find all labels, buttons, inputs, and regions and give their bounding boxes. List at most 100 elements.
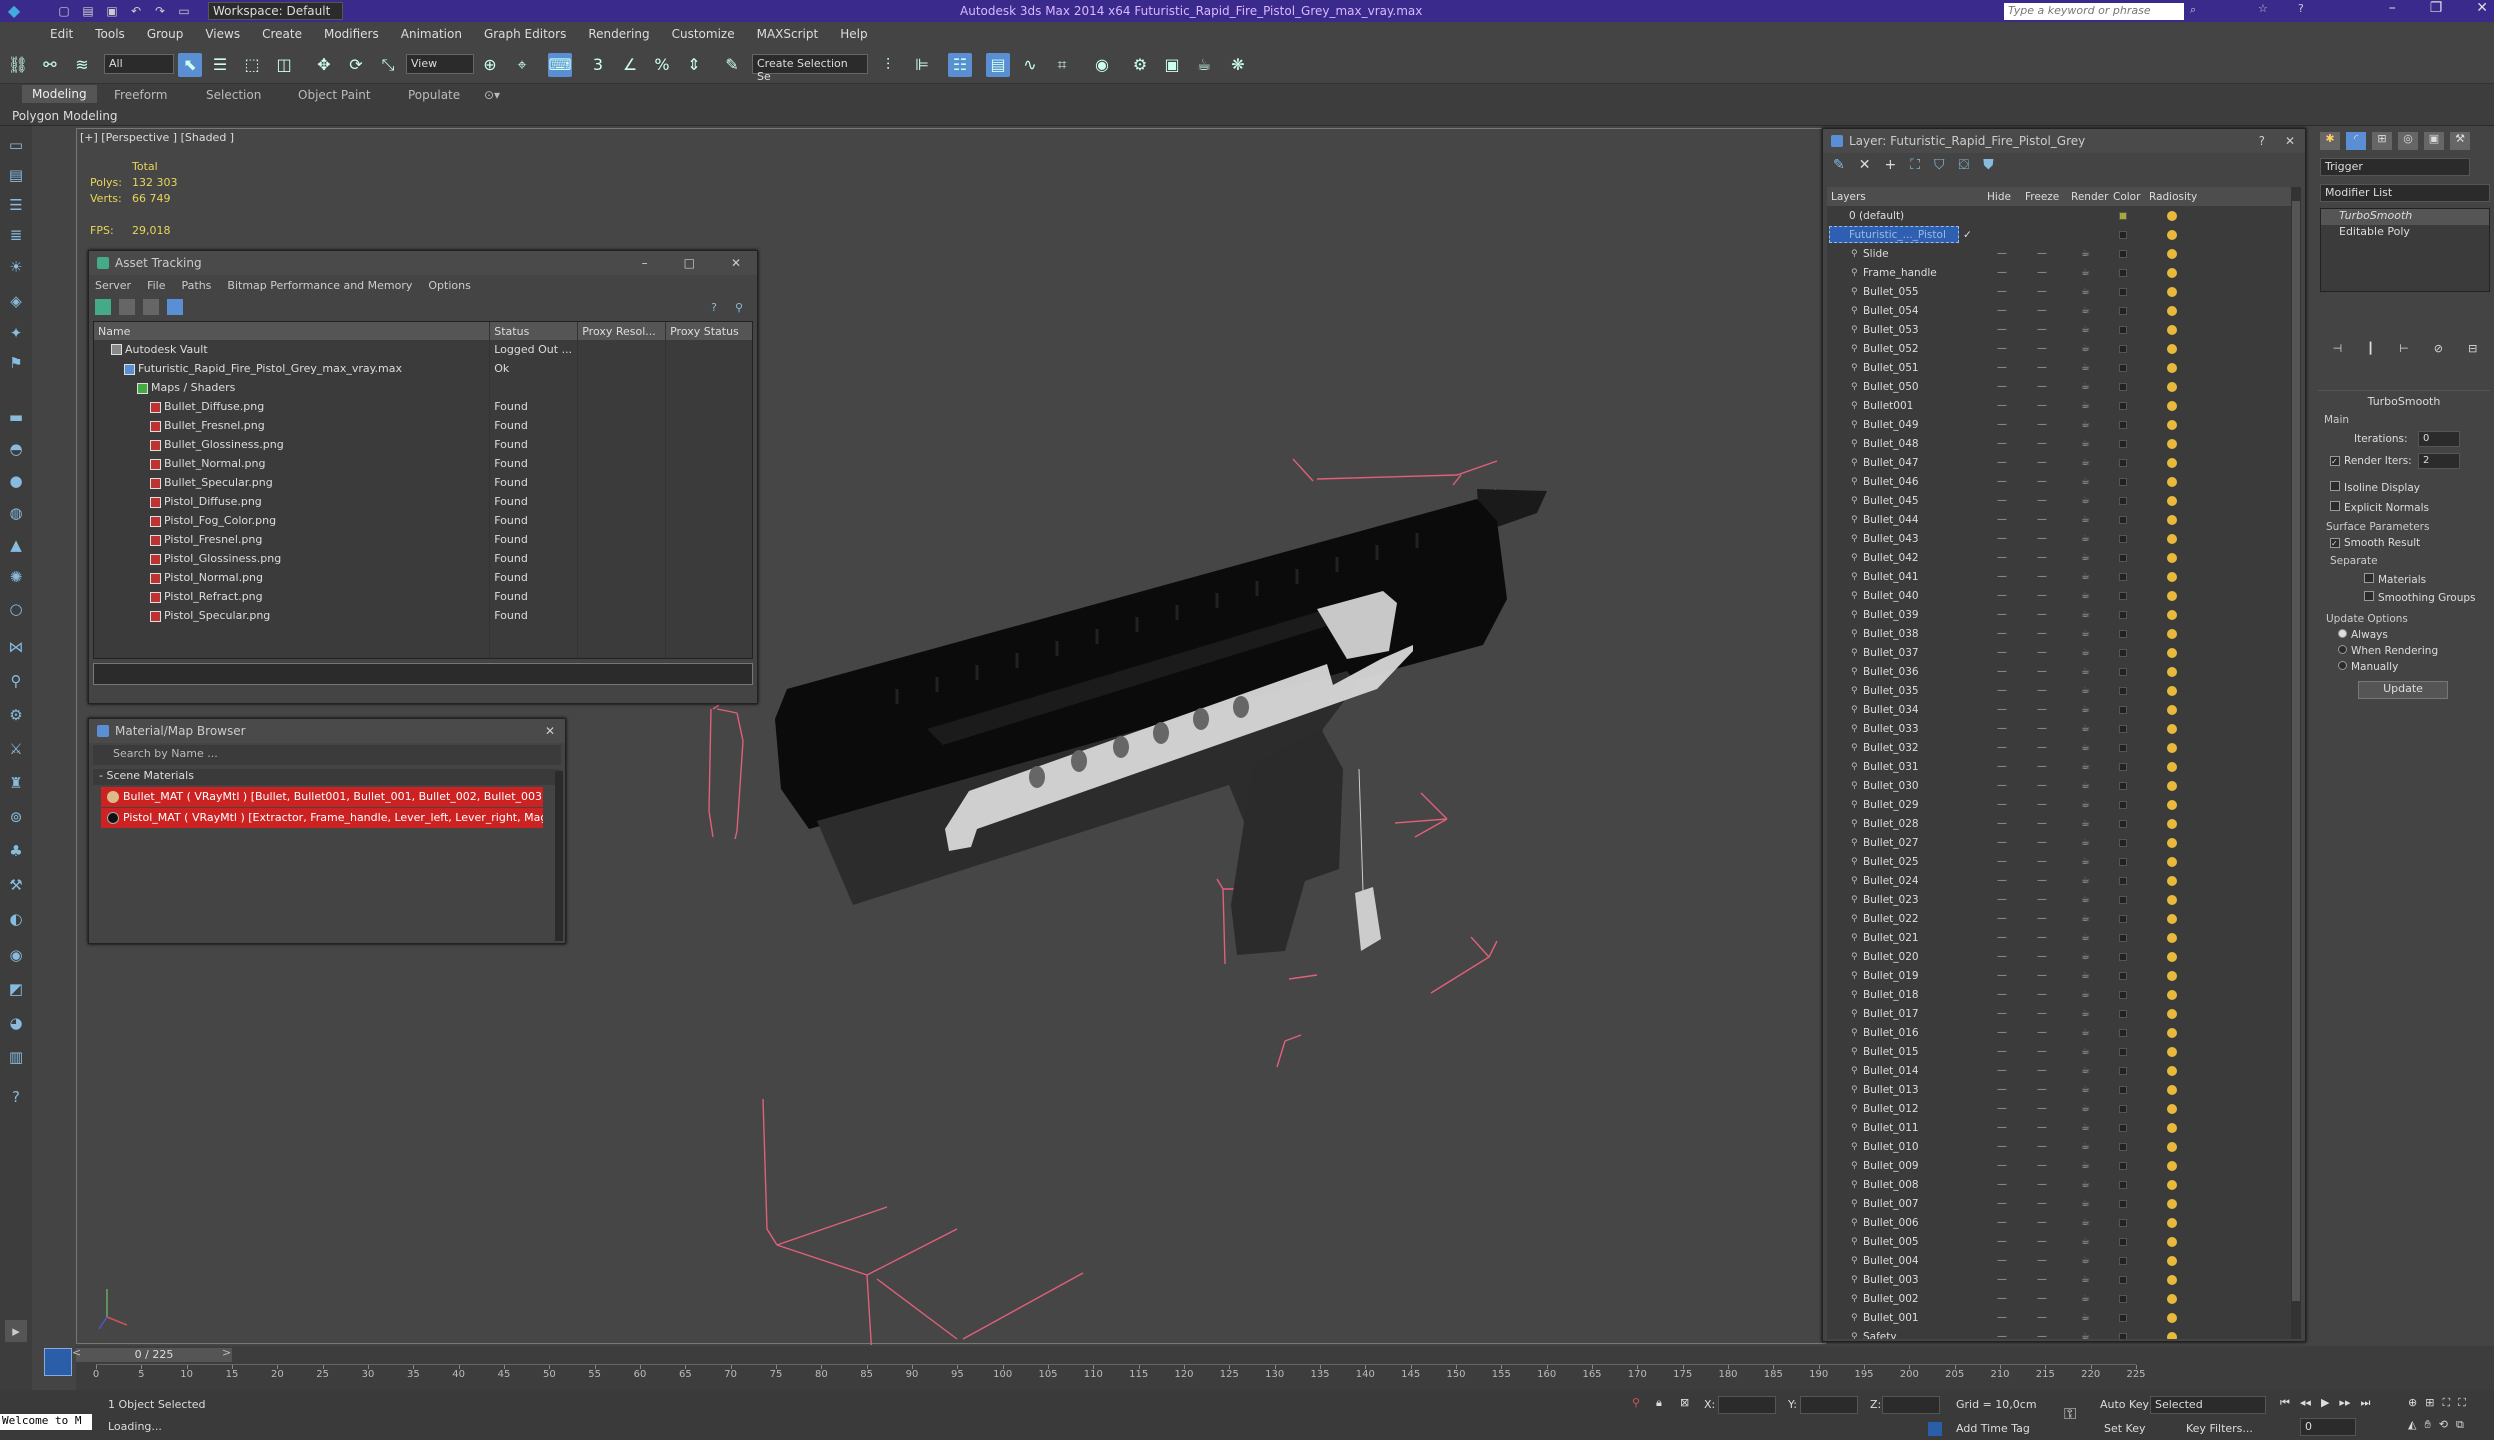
maximize-viewport-icon[interactable]: ⧉: [2456, 1418, 2464, 1432]
fov-icon[interactable]: ◭: [2408, 1418, 2416, 1432]
menu-paths[interactable]: Paths: [182, 279, 212, 292]
object-color-swatch[interactable]: [2119, 553, 2127, 562]
help-icon[interactable]: ?: [2259, 134, 2265, 148]
utilities-tab-icon[interactable]: ⚒: [2450, 132, 2470, 150]
layer-object-row[interactable]: ⚲ Bullet_039 — — ☕︎: [1827, 605, 2291, 624]
render-teapot-icon[interactable]: ☕︎: [2081, 1331, 2090, 1339]
render-teapot-icon[interactable]: ☕︎: [2081, 628, 2090, 639]
detail-view-icon[interactable]: [143, 299, 159, 315]
play-icon[interactable]: ▶: [2321, 1396, 2329, 1410]
render-teapot-icon[interactable]: ☕︎: [2081, 875, 2090, 886]
render-teapot-icon[interactable]: ☕︎: [2081, 1179, 2090, 1190]
radiosity-icon[interactable]: [2167, 970, 2177, 981]
y-coordinate-field[interactable]: [1800, 1396, 1858, 1414]
schematic-view-icon[interactable]: ⌗: [1050, 53, 1074, 77]
render-teapot-icon[interactable]: ☕︎: [2081, 913, 2090, 924]
freeze-toggle[interactable]: —: [2037, 799, 2047, 810]
key-mode-dropdown[interactable]: Selected: [2150, 1396, 2266, 1414]
layer-object-row[interactable]: ⚲ Bullet_036 — — ☕︎: [1827, 662, 2291, 681]
radiosity-icon[interactable]: [2167, 1065, 2177, 1076]
render-teapot-icon[interactable]: ☕︎: [2081, 799, 2090, 810]
asset-row[interactable]: Pistol_Diffuse.png Found: [94, 492, 752, 512]
radiosity-icon[interactable]: [2167, 1312, 2177, 1323]
hide-toggle[interactable]: —: [1997, 1103, 2007, 1114]
hide-toggle[interactable]: —: [1997, 590, 2007, 601]
radiosity-icon[interactable]: [2167, 476, 2177, 487]
mini-viewport-toggle[interactable]: [44, 1348, 72, 1376]
selection-filter-dropdown[interactable]: All: [104, 54, 174, 74]
select-link-icon[interactable]: ⛓: [6, 53, 30, 77]
freeze-toggle[interactable]: —: [2037, 780, 2047, 791]
freeze-toggle[interactable]: —: [2037, 1065, 2047, 1076]
menu-modifiers[interactable]: Modifiers: [324, 27, 379, 41]
render-teapot-icon[interactable]: ☕︎: [2081, 818, 2090, 829]
hide-toggle[interactable]: —: [1997, 419, 2007, 430]
render-teapot-icon[interactable]: ☕︎: [2081, 951, 2090, 962]
app-logo-icon[interactable]: ◆: [6, 3, 22, 19]
radiosity-icon[interactable]: [2167, 229, 2177, 240]
object-color-swatch[interactable]: [2119, 1218, 2127, 1227]
object-color-swatch[interactable]: [2119, 1085, 2127, 1094]
object-color-swatch[interactable]: [2119, 439, 2127, 448]
freeze-toggle[interactable]: —: [2037, 476, 2047, 487]
object-color-swatch[interactable]: [2119, 1047, 2127, 1056]
time-slider-prev-icon[interactable]: <: [72, 1346, 81, 1359]
render-teapot-icon[interactable]: ☕︎: [2081, 666, 2090, 677]
utility-icon[interactable]: ⚒: [5, 874, 27, 896]
named-selection-dropdown[interactable]: Create Selection Se: [752, 54, 868, 83]
layer-object-row[interactable]: ⚲ Bullet_049 — — ☕︎: [1827, 415, 2291, 434]
layer-object-row[interactable]: ⚲ Bullet_020 — — ☕︎: [1827, 947, 2291, 966]
hide-toggle[interactable]: —: [1997, 856, 2007, 867]
time-slider[interactable]: 0 / 225: [76, 1348, 232, 1362]
hide-toggle[interactable]: —: [1997, 286, 2007, 297]
object-color-swatch[interactable]: [2119, 705, 2127, 714]
object-color-swatch[interactable]: [2119, 1237, 2127, 1246]
orbit-icon[interactable]: ⟲: [2439, 1418, 2448, 1432]
object-color-swatch[interactable]: [2119, 515, 2127, 524]
layer-explorer-header[interactable]: Layer: Futuristic_Rapid_Fire_Pistol_Grey…: [1823, 129, 2305, 153]
hide-toggle[interactable]: —: [1997, 837, 2007, 848]
render-teapot-icon[interactable]: ☕︎: [2081, 457, 2090, 468]
object-color-swatch[interactable]: [2119, 990, 2127, 999]
keyboard-shortcut-toggle-icon[interactable]: ⌨: [548, 53, 572, 77]
list-view-icon[interactable]: [119, 299, 135, 315]
pan-icon[interactable]: ✋︎: [2424, 1418, 2430, 1432]
radiosity-icon[interactable]: [2167, 590, 2177, 601]
snap-3d-icon[interactable]: 3: [586, 53, 610, 77]
tab-object-paint[interactable]: Object Paint: [298, 88, 371, 102]
show-end-result-icon[interactable]: ┃: [2367, 342, 2374, 355]
radiosity-icon[interactable]: [2167, 1331, 2177, 1339]
freeze-toggle[interactable]: —: [2037, 1293, 2047, 1304]
layer-object-row[interactable]: ⚲ Bullet_002 — — ☕︎: [1827, 1289, 2291, 1308]
render-teapot-icon[interactable]: ☕︎: [2081, 742, 2090, 753]
radiosity-icon[interactable]: [2167, 457, 2177, 468]
remove-modifier-icon[interactable]: ⊘: [2434, 342, 2443, 355]
layer-scrollbar[interactable]: [2291, 187, 2301, 1339]
object-color-swatch[interactable]: [2119, 382, 2127, 391]
object-color-swatch[interactable]: [2119, 363, 2127, 372]
reference-coord-dropdown[interactable]: View: [406, 54, 474, 74]
asset-row[interactable]: Pistol_Fresnel.png Found: [94, 530, 752, 550]
lock-icon[interactable]: 🔒︎: [1656, 1396, 1662, 1410]
object-color-swatch[interactable]: [2119, 344, 2127, 353]
freeze-toggle[interactable]: —: [2037, 1008, 2047, 1019]
hide-toggle[interactable]: —: [1997, 1179, 2007, 1190]
light-icon[interactable]: ✦: [5, 322, 27, 344]
freeze-toggle[interactable]: —: [2037, 818, 2047, 829]
layer-manager-icon[interactable]: ☷: [948, 53, 972, 77]
help-circle-icon[interactable]: ?: [5, 1086, 27, 1108]
radiosity-icon[interactable]: [2167, 685, 2177, 696]
col-layers[interactable]: Layers: [1831, 191, 1866, 203]
select-layer-icon[interactable]: ⛶: [1910, 157, 1920, 173]
menu-customize[interactable]: Customize: [672, 27, 735, 41]
iterations-spinner[interactable]: 0: [2418, 431, 2460, 447]
scene-materials-header[interactable]: - Scene Materials: [93, 769, 561, 785]
material-item-pistol[interactable]: Pistol_MAT ( VRayMtl ) [Extractor, Frame…: [101, 808, 543, 828]
viewport-layout-icon[interactable]: ▭: [5, 134, 27, 156]
hide-toggle[interactable]: —: [1997, 875, 2007, 886]
freeze-toggle[interactable]: —: [2037, 552, 2047, 563]
radiosity-icon[interactable]: [2167, 951, 2177, 962]
asset-row[interactable]: Bullet_Normal.png Found: [94, 454, 752, 474]
radiosity-icon[interactable]: [2167, 305, 2177, 316]
radiosity-icon[interactable]: [2167, 1179, 2177, 1190]
